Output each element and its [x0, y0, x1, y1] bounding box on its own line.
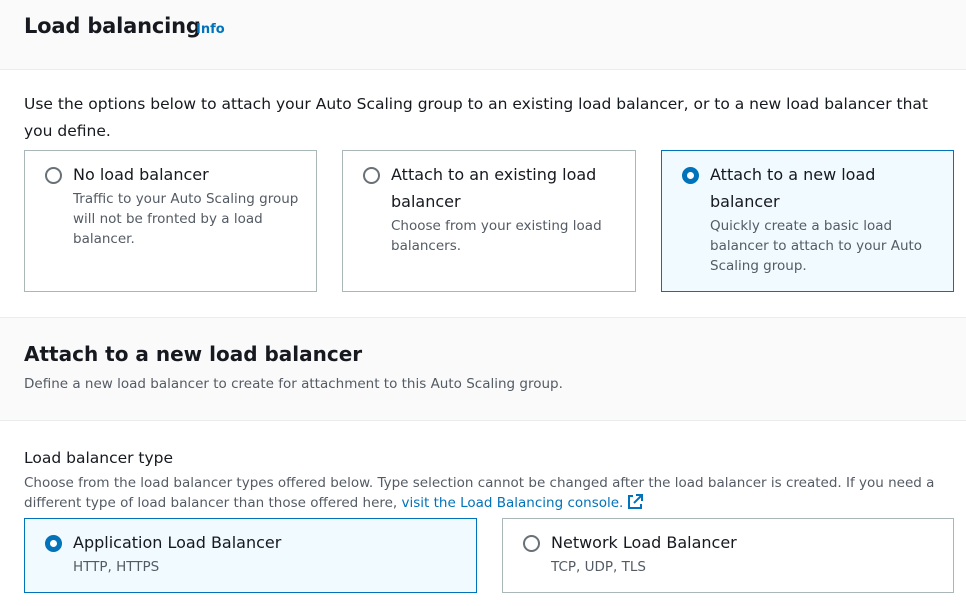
load-balancing-header: Load balancing Info — [0, 0, 966, 70]
option-description: HTTP, HTTPS — [73, 559, 160, 575]
section-description: Use the options below to attach your Aut… — [24, 95, 928, 140]
external-link-icon[interactable] — [627, 494, 644, 516]
option-application-load-balancer[interactable]: Application Load Balancer HTTP, HTTPS — [24, 518, 477, 593]
section-title: Load balancing — [24, 14, 201, 38]
radio-button-selected[interactable] — [45, 535, 62, 552]
load-balancing-console-link[interactable]: visit the Load Balancing console. — [402, 495, 624, 511]
radio-button[interactable] — [523, 535, 540, 552]
option-label: Application Load Balancer — [73, 533, 282, 552]
option-description: Traffic to your Auto Scaling group will … — [73, 191, 299, 247]
radio-button[interactable] — [363, 167, 380, 184]
option-label: Attach to a new load balancer — [710, 165, 876, 211]
option-label: Network Load Balancer — [551, 533, 737, 552]
lb-type-label: Load balancer type — [24, 449, 174, 467]
option-description: Quickly create a basic load balancer to … — [710, 218, 923, 274]
option-description: Choose from your existing load balancers… — [391, 218, 602, 254]
option-attach-new-load-balancer[interactable]: Attach to a new load balancer Quickly cr… — [661, 150, 954, 292]
option-no-load-balancer[interactable]: No load balancer Traffic to your Auto Sc… — [24, 150, 317, 292]
radio-button-selected[interactable] — [682, 167, 699, 184]
option-description: TCP, UDP, TLS — [551, 559, 646, 575]
option-attach-existing-load-balancer[interactable]: Attach to an existing load balancer Choo… — [342, 150, 636, 292]
info-link[interactable]: Info — [196, 22, 225, 37]
option-label: Attach to an existing load balancer — [391, 165, 597, 211]
option-label: No load balancer — [73, 165, 209, 184]
new-load-balancer-header: Attach to a new load balancer Define a n… — [0, 317, 966, 421]
radio-button[interactable] — [45, 167, 62, 184]
option-network-load-balancer[interactable]: Network Load Balancer TCP, UDP, TLS — [502, 518, 954, 593]
section-description: Define a new load balancer to create for… — [24, 376, 563, 392]
lb-type-description: Choose from the load balancer types offe… — [24, 473, 959, 516]
section-title: Attach to a new load balancer — [24, 342, 363, 366]
